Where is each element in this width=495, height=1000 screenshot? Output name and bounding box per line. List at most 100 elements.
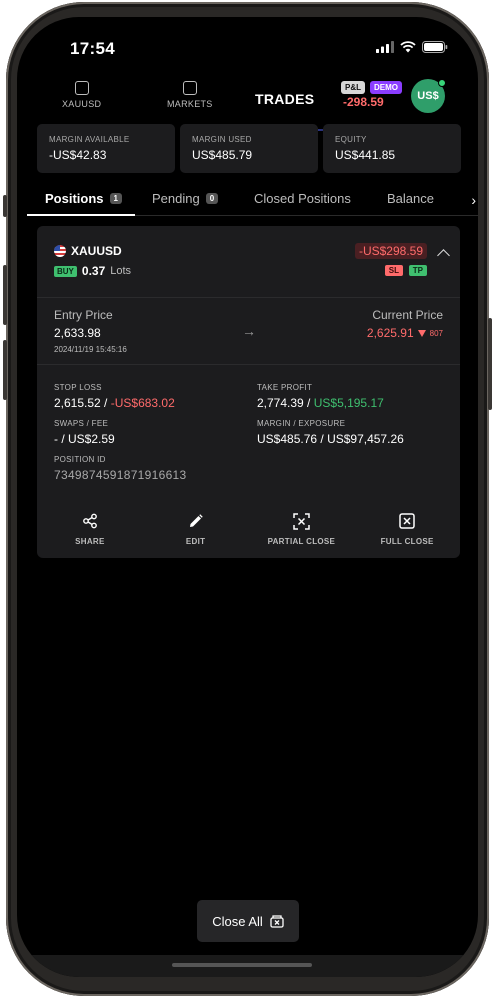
edit-button[interactable]: EDIT [143,512,249,546]
exposure-value: US$97,457.26 [327,432,404,446]
current-price-label: Current Price [372,308,443,322]
stop-loss: STOP LOSS 2,615.52 / -US$683.02 [54,383,175,410]
card-label: EQUITY [335,135,367,144]
stop-loss-value: 2,615.52 / -US$683.02 [54,396,175,410]
swaps-value: - [54,432,58,446]
down-triangle-icon [417,329,426,337]
stop-loss-amount: -US$683.02 [110,396,175,410]
power-button [488,318,492,410]
chevron-right-icon[interactable]: › [471,192,476,208]
lots-label: Lots [110,265,132,277]
tp-badge: TP [408,265,427,276]
tab-label: Positions [45,191,104,206]
close-box-icon [270,915,284,928]
online-indicator [438,79,446,87]
partial-close-button[interactable]: PARTIAL CLOSE [249,512,355,546]
close-all-button[interactable]: Close All [197,900,299,942]
card-value: -US$42.83 [49,148,107,162]
card-label: MARGIN AVAILABLE [49,135,130,144]
stop-loss-price: 2,615.52 [54,396,101,410]
equity-card: EQUITY US$441.85 [323,124,461,173]
nav-tab-markets[interactable]: MARKETS [167,81,213,109]
full-close-button[interactable]: FULL CLOSE [354,512,460,546]
full-close-label: FULL CLOSE [380,537,434,546]
price-change-points: 807 [429,328,443,338]
chevron-up-icon[interactable] [437,249,450,262]
page-title: TRADES [255,91,315,107]
current-price: 2,625.91 807 [367,326,443,340]
arrow-right-icon: → [242,323,256,339]
close-all-label: Close All [212,913,263,929]
top-navigation: XAUUSD MARKETS TRADES P&L DEMO -298.59 U… [17,77,478,131]
edit-label: EDIT [185,537,206,546]
card-value: US$485.79 [192,148,253,162]
tab-label: Closed Positions [254,191,351,206]
position-id-label: POSITION ID [54,455,106,464]
symbol-label: XAUUSD [71,244,122,258]
volume-up-button [3,265,7,325]
share-button[interactable]: SHARE [37,512,143,546]
nav-tab-xauusd[interactable]: XAUUSD [62,81,101,109]
swaps-fee: SWAPS / FEE - / US$2.59 [54,419,115,446]
fee-value: US$2.59 [68,432,115,446]
active-tab-underline [27,214,135,216]
stop-loss-label: STOP LOSS [54,383,102,392]
tab-closed-positions[interactable]: Closed Positions [254,191,351,206]
entry-time: 2024/11/19 15:45:16 [54,345,127,354]
take-profit-amount: US$5,195.17 [313,396,384,410]
tab-balance[interactable]: Balance [387,191,434,206]
pending-count-badge: 0 [205,193,219,204]
demo-badge: DEMO [370,81,402,94]
pencil-icon [189,514,203,527]
status-time: 17:54 [70,39,115,58]
current-price-value: 2,625.91 [366,326,414,340]
app-screen: 17:54 XAUUSD MARKETS TRADES P&L DEMO -29… [17,17,478,977]
share-icon [82,513,97,529]
battery-icon [422,41,448,53]
card-label: MARGIN USED [192,135,252,144]
position-pnl: -US$298.59 [354,243,427,259]
positions-tabs: Positions 1 Pending 0 Closed Positions B… [27,184,478,216]
position-id-value: 7349874591871916613 [54,468,187,482]
volume-down-button [3,340,7,400]
tab-label: Balance [387,191,434,206]
partial-close-label: PARTIAL CLOSE [267,537,336,546]
wifi-icon [400,41,416,53]
chart-icon [74,81,89,95]
divider [37,297,460,298]
card-value: US$441.85 [335,148,396,162]
take-profit-value: 2,774.39 / US$5,195.17 [257,396,384,410]
margin-used-card: MARGIN USED US$485.79 [180,124,318,173]
tab-pending[interactable]: Pending 0 [152,191,219,206]
tab-label: Pending [152,191,200,206]
margin-exposure-value: US$485.76 / US$97,457.26 [257,432,404,446]
sl-badge: SL [384,265,403,276]
lots-value: 0.37 [81,264,106,278]
entry-price-label: Entry Price [54,308,113,322]
position-side: BUY 0.37 Lots [54,264,131,278]
tab-positions[interactable]: Positions 1 [45,191,122,206]
us-flag-icon [54,245,66,257]
entry-price: 2,633.98 [54,326,101,340]
home-indicator[interactable] [172,963,312,967]
positions-count-badge: 1 [109,193,122,204]
divider [37,364,460,365]
nav-tab-label: MARKETS [167,99,213,109]
signal-icon [376,41,394,53]
position-card[interactable]: XAUUSD BUY 0.37 Lots -US$298.59 SL TP En… [37,226,460,558]
take-profit-price: 2,774.39 [257,396,304,410]
position-actions: SHARE EDIT PARTIAL CLOSE FULL CLOSE [37,512,460,546]
margin-exposure-label: MARGIN / EXPOSURE [257,419,346,428]
take-profit: TAKE PROFIT 2,774.39 / US$5,195.17 [257,383,384,410]
nav-tab-label: XAUUSD [62,99,102,109]
margin-value: US$485.76 [257,432,318,446]
status-icons [376,41,448,53]
pl-value: -298.59 [343,95,384,109]
partial-close-icon [293,512,310,530]
markets-icon [182,81,197,95]
swaps-fee-value: - / US$2.59 [54,432,115,446]
swaps-fee-label: SWAPS / FEE [54,419,109,428]
account-summary: MARGIN AVAILABLE -US$42.83 MARGIN USED U… [37,124,461,173]
buy-badge: BUY [54,265,77,277]
share-label: SHARE [75,537,105,546]
